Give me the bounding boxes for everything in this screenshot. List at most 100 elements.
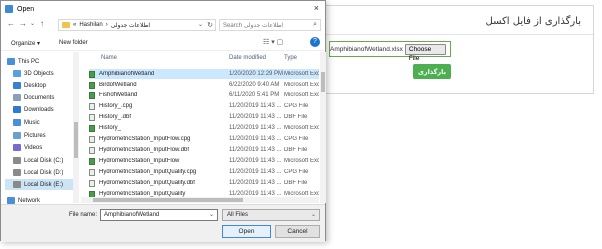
excel-icon: [89, 157, 95, 165]
file-type: CPG File: [284, 169, 309, 175]
file-name-label: File name:: [69, 212, 98, 218]
breadcrumb-hashilan[interactable]: Hashilan: [79, 22, 102, 28]
address-bar[interactable]: « Hashilan › اطلاعات جدولی ⌄ ↻: [58, 19, 216, 31]
sidebar-item-label: Documents: [24, 94, 55, 101]
computer-icon: [7, 58, 15, 65]
file-name: History_.cpg: [99, 103, 133, 109]
close-icon[interactable]: ×: [314, 3, 319, 13]
file-name-value: AmphibianofWetland: [104, 212, 160, 218]
file-type-filter[interactable]: All Files ⌄: [222, 209, 320, 221]
breadcrumb-current[interactable]: اطلاعات جدولی: [111, 22, 150, 29]
file-date: 11/20/2019 11:43 ...: [229, 158, 282, 164]
sidebar-scrollbar[interactable]: [73, 52, 79, 203]
disk-icon: [13, 181, 21, 188]
file-row[interactable]: HydrometricStation_InputFlow 11/20/2019 …: [89, 156, 319, 166]
file-row[interactable]: History_.cpg 11/20/2019 11:43 ... CPG Fi…: [89, 101, 319, 111]
file-row[interactable]: History_.dbf 11/20/2019 11:43 ... DBF Fi…: [89, 112, 319, 122]
sidebar-item-label: Local Disk (D:): [24, 169, 64, 176]
dialog-title: Open: [17, 5, 35, 13]
open-button[interactable]: Open: [222, 225, 271, 238]
disk-icon: [13, 157, 21, 164]
horizontal-scroll-thumb[interactable]: [93, 198, 243, 202]
file-name: HydrometricStation_InputFlow.dbf: [99, 147, 190, 153]
file-list-scroll-thumb[interactable]: [321, 72, 325, 92]
sidebar-item-label: Music: [24, 119, 40, 126]
chevron-down-icon[interactable]: ⌄: [311, 211, 316, 218]
file-row[interactable]: History_ 11/20/2019 11:43 ... Microsoft …: [89, 123, 319, 133]
file-icon: [89, 168, 95, 176]
file-list: Name Date modified Type AmphibianofWetla…: [81, 52, 327, 203]
file-type: CPG File: [284, 136, 309, 142]
file-row[interactable]: HydrometricStation_InputFlow.cpg 11/20/2…: [89, 134, 319, 144]
sidebar-item-label: Videos: [24, 144, 43, 151]
forward-arrow-icon[interactable]: →: [19, 19, 27, 28]
sidebar-scroll-thumb[interactable]: [74, 122, 78, 158]
file-date: 11/20/2019 11:43 ...: [229, 147, 282, 153]
navigation-bar: ← → ⌄ ↑ « Hashilan › اطلاعات جدولی ⌄ ↻ S…: [1, 18, 325, 32]
breadcrumb-prefix: «: [73, 22, 77, 28]
chevron-down-icon[interactable]: ⌄: [209, 211, 214, 218]
sidebar-item-label: Desktop: [24, 82, 47, 89]
file-date: 6/22/2020 9:40 AM: [229, 82, 280, 88]
up-arrow-icon[interactable]: ↑: [40, 19, 44, 28]
recent-locations-icon[interactable]: ⌄: [30, 20, 35, 27]
organize-button[interactable]: Organize ▾: [11, 40, 40, 47]
file-date: 11/20/2019 11:43 ...: [229, 136, 282, 142]
file-type: DBF File: [284, 147, 308, 153]
download-icon: [13, 106, 21, 113]
file-name: HydrometricStation_InputQuality.cpg: [99, 169, 197, 175]
file-name: AmphibianofWetland: [99, 71, 155, 77]
file-row[interactable]: HydrometricStation_InputFlow.dbf 11/20/2…: [89, 145, 319, 155]
column-header-type[interactable]: Type: [284, 55, 297, 61]
column-header-date[interactable]: Date modified: [229, 55, 266, 61]
help-icon[interactable]: ?: [310, 37, 320, 47]
navigation-pane: This PC 3D Objects Desktop Documents Dow…: [1, 52, 79, 204]
desktop-icon: [13, 82, 21, 89]
file-name: History_: [99, 125, 122, 131]
dialog-titlebar[interactable]: Open ×: [1, 1, 325, 17]
sidebar-item-label: Downloads: [24, 106, 54, 113]
file-type: Microsoft Excel: [284, 158, 319, 164]
file-type: Microsoft Excel: [284, 71, 319, 77]
search-icon[interactable]: ⌕: [313, 21, 317, 29]
horizontal-scrollbar[interactable]: [81, 197, 319, 203]
address-dropdown-icon[interactable]: ⌄: [198, 21, 203, 28]
choose-file-button[interactable]: Choose File: [404, 43, 446, 62]
back-arrow-icon[interactable]: ←: [7, 19, 15, 28]
file-type: CPG File: [284, 103, 309, 109]
file-type: Microsoft Excel: [284, 92, 319, 98]
app-icon: [5, 5, 13, 13]
file-list-scrollbar[interactable]: [320, 52, 326, 203]
file-date: 11/20/2019 11:43 ...: [229, 125, 282, 131]
search-placeholder: Search اطلاعات جدولی: [223, 22, 284, 29]
sidebar-item-this-pc[interactable]: This PC: [7, 56, 77, 67]
new-folder-button[interactable]: New folder: [59, 40, 88, 46]
file-row[interactable]: HydrometricStation_InputQuality.dbf 11/2…: [89, 178, 319, 188]
search-input[interactable]: Search اطلاعات جدولی ⌕: [219, 19, 321, 31]
upload-panel: بارگذاری از فایل اکسل AmphibianofWetland…: [298, 5, 594, 94]
column-header-name[interactable]: Name: [101, 55, 117, 61]
file-row[interactable]: AmphibianofWetland 1/20/2020 12:29 PM Mi…: [89, 69, 319, 79]
file-date: 11/20/2019 11:43 ...: [229, 169, 282, 175]
file-date: 11/20/2019 11:43 ...: [229, 180, 282, 186]
upload-button[interactable]: بارگذاری: [413, 64, 451, 79]
file-name-field[interactable]: AmphibianofWetland ⌄: [100, 209, 218, 221]
file-icon: [89, 135, 95, 143]
selected-file-name: AmphibianofWetland.xlsx: [330, 45, 403, 53]
network-icon: [7, 197, 15, 204]
file-date: 6/11/2020 5:41 PM: [229, 92, 280, 98]
dialog-toolbar: Organize ▾ New folder ☷ ▾ ▢ ?: [1, 35, 325, 51]
refresh-icon[interactable]: ↻: [207, 21, 213, 29]
file-row[interactable]: FishofWetland 6/11/2020 5:41 PM Microsof…: [89, 90, 319, 100]
file-name: History_.dbf: [99, 114, 132, 120]
file-row[interactable]: HydrometricStation_InputQuality.cpg 11/2…: [89, 167, 319, 177]
file-type: Microsoft Excel: [284, 125, 319, 131]
disk-icon: [13, 169, 21, 176]
file-row[interactable]: BirdofWetland 6/22/2020 9:40 AM Microsof…: [89, 80, 319, 90]
sidebar-item-disk-e[interactable]: Local Disk (E:): [5, 179, 73, 190]
file-input[interactable]: AmphibianofWetland.xlsx Choose File: [329, 41, 451, 62]
open-file-dialog: Open × ← → ⌄ ↑ « Hashilan › اطلاعات جدول…: [0, 0, 327, 242]
file-name: FishofWetland: [99, 92, 138, 98]
view-options-icon[interactable]: ☷ ▾ ▢: [263, 38, 283, 46]
cancel-button[interactable]: Cancel: [275, 225, 320, 238]
